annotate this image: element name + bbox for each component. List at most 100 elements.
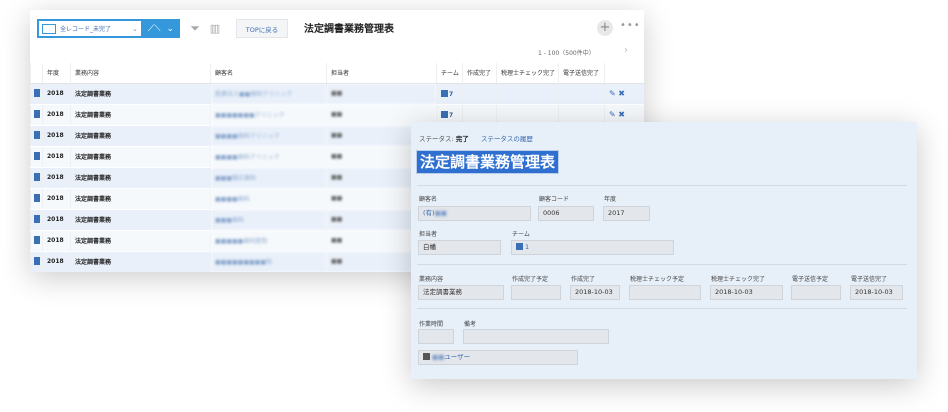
row-detail-link[interactable] [30,188,43,210]
cell-customer[interactable]: ■■■■■■■クリニック [210,104,327,126]
filter-button[interactable]: ⏷ [187,19,203,38]
pagination-info: 1 - 100（500件中） [538,50,595,57]
document-icon [33,172,40,181]
back-to-top-button[interactable]: TOPに戻る [236,19,288,38]
team-field[interactable]: 1 [511,240,674,255]
send-plan-field[interactable] [791,285,841,300]
planned-field[interactable] [511,285,561,300]
header-customer[interactable]: 顧客名 [210,63,327,84]
cell-customer[interactable]: ■■■■■■■■■院 [210,251,327,272]
header-staff[interactable]: 担当者 [326,63,437,84]
cell-task: 法定調書業務 [70,83,211,105]
status-value: 完了 [455,135,469,143]
header-check-done[interactable]: 税理士チェック完了 [496,63,559,84]
customer-masked: ■■ [434,209,447,217]
line-graph-icon: ⟋⟍ [147,23,161,34]
view-selector[interactable]: 全レコード_未完了 ⌄ [37,19,143,38]
header-send-done[interactable]: 電子送信完了 [558,63,605,84]
status-history-link[interactable]: ステータスの履歴 [481,135,533,143]
app-title: 法定調書業務管理表 [304,24,394,35]
header-created[interactable]: 作成完了 [462,63,497,84]
document-icon [33,130,40,139]
user-field[interactable]: ■■ユーザー [418,350,578,365]
check-plan-field[interactable] [629,285,701,300]
row-detail-link[interactable] [30,83,43,105]
screenshot-stage: 全レコード_未完了 ⌄ ⟋⟍ ⌄ ⏷ ▥ TOPに戻る 法定調書業務管理表 + … [0,0,948,412]
header-team[interactable]: チーム [436,63,463,84]
document-icon [33,256,40,265]
send-done-field[interactable]: 2018-10-03 [850,285,903,300]
cell-year: 2018 [42,83,71,105]
customer-field[interactable]: (有)■■ [418,206,531,221]
document-icon [33,109,40,118]
document-icon [33,214,40,223]
cell-year: 2018 [42,251,71,272]
send-done-label: 電子送信完了 [851,276,888,283]
cell-created [462,83,497,105]
header-year[interactable]: 年度 [42,63,71,84]
row-detail-link[interactable] [30,125,43,147]
cell-customer[interactable]: ■■■■歯科クリニック [210,146,327,168]
delete-x-icon[interactable]: ✖ [618,110,625,119]
cell-customer[interactable]: ■■■矯正歯科 [210,167,327,189]
detail-title: 法定調書業務管理表 [417,151,559,173]
document-icon [33,193,40,202]
cell-send-done [558,83,605,105]
row-detail-link[interactable] [30,167,43,189]
notes-field[interactable] [463,329,609,344]
staff-field[interactable]: 白幡 [418,240,501,255]
status-bar: ステータス: 完了 ステータスの履歴 [419,133,533,143]
cell-customer[interactable]: 医療法人■■歯科クリニック [210,83,327,105]
more-options-button[interactable]: ••• [620,20,641,31]
row-detail-link[interactable] [30,251,43,272]
cell-actions: ✎ ✖ [604,83,644,105]
hours-field[interactable] [418,329,454,344]
cell-task: 法定調書業務 [70,209,211,231]
team-value: 1 [525,243,530,251]
graph-view-button[interactable]: ⟋⟍ ⌄ [142,19,180,38]
header-doc [30,63,43,84]
customer-code-field[interactable]: 0006 [538,206,594,221]
customer-label: 顧客名 [419,196,438,203]
delete-x-icon[interactable]: ✖ [618,89,625,98]
row-detail-link[interactable] [30,146,43,168]
document-icon [33,235,40,244]
next-page-button[interactable]: › [624,45,628,56]
cell-customer[interactable]: ■■■歯科 [210,209,327,231]
ellipsis-icon: ••• [620,20,641,31]
status-label: ステータス: [419,135,454,143]
team-chip: 7 [441,89,453,98]
document-icon [33,151,40,160]
check-done-field[interactable]: 2018-10-03 [710,285,783,300]
report-button[interactable]: ▥ [207,19,223,38]
user-suffix: ユーザー [444,353,471,361]
cell-year: 2018 [42,104,71,126]
cell-customer[interactable]: ■■■■歯科 [210,188,327,210]
cell-year: 2018 [42,125,71,147]
send-plan-label: 電子送信予定 [792,276,829,283]
document-icon [33,88,40,97]
cell-year: 2018 [42,188,71,210]
task-field[interactable]: 法定調書業務 [418,285,504,300]
row-detail-link[interactable] [30,230,43,252]
divider [417,308,907,309]
team-icon [516,243,523,250]
cell-customer[interactable]: ■■■■歯科クリニック [210,125,327,147]
funnel-icon: ⏷ [190,21,200,35]
row-detail-link[interactable] [30,104,43,126]
edit-pencil-icon[interactable]: ✎ [609,89,616,98]
header-task[interactable]: 業務内容 [70,63,211,84]
team-icon [441,110,448,118]
add-record-button[interactable]: + [597,20,613,36]
record-detail-window: ステータス: 完了 ステータスの履歴 法定調書業務管理表 顧客名 (有)■■ 顧… [411,122,917,379]
edit-pencil-icon[interactable]: ✎ [609,110,616,119]
cell-year: 2018 [42,209,71,231]
check-done-label: 税理士チェック完了 [711,276,766,283]
year-field[interactable]: 2017 [603,206,650,221]
cell-customer[interactable]: ■■■■■歯科医院 [210,230,327,252]
row-detail-link[interactable] [30,209,43,231]
table-row[interactable]: 2018 法定調書業務 医療法人■■歯科クリニック ■■ 7 ✎ ✖ [30,83,644,105]
cell-task: 法定調書業務 [70,167,211,189]
cell-year: 2018 [42,167,71,189]
created-field[interactable]: 2018-10-03 [570,285,620,300]
